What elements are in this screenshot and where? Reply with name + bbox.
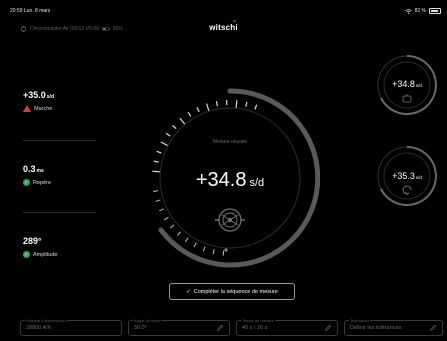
dial-tick <box>235 100 238 109</box>
dial-tick <box>153 160 159 163</box>
field-value: 40 s / 20 s <box>242 325 268 331</box>
metric-value: 0.3ms <box>23 164 44 174</box>
field-angle-levee[interactable]: Angle de levée 50.0° <box>128 318 230 336</box>
dial-tick <box>196 107 200 113</box>
metric-amplitude[interactable]: 289° ✓ Amplitude <box>23 236 57 258</box>
metric-marche[interactable]: +35.0s/d Marche <box>23 90 54 112</box>
dial-tick <box>179 117 186 125</box>
side-dial-value: +34.8s/d <box>392 79 422 89</box>
battery-percent: 82 % <box>414 8 426 14</box>
dial-tick <box>245 101 248 107</box>
warning-icon <box>23 105 31 112</box>
field-alternances[interactable]: Nombre d'alternances 28800 A/h <box>20 318 122 336</box>
edit-pencil-icon[interactable] <box>216 324 224 332</box>
edit-pencil-icon[interactable] <box>324 324 332 332</box>
field-label: Tolérances <box>349 318 371 323</box>
field-label: Angle de levée <box>133 318 162 323</box>
dial-tick <box>193 242 197 248</box>
dial-tick <box>156 150 162 154</box>
side-dial-value: +35.3s/d <box>392 171 422 181</box>
dial-tick <box>215 101 218 107</box>
edit-pencil-icon[interactable] <box>429 324 437 332</box>
metric-label: ✓ Amplitude <box>23 251 58 258</box>
status-bar: 20:59 Lun. 8 mars 82 % <box>0 0 447 14</box>
check-icon: ✓ <box>186 288 191 295</box>
dial-tick <box>155 199 161 202</box>
field-value: Définir les tolérances <box>350 325 402 331</box>
field-tolerances[interactable]: Tolérances Définir les tolérances <box>344 318 443 336</box>
dial-status: Mesure réussie <box>213 139 247 145</box>
metric-label: Marche <box>23 105 54 112</box>
brand-logo: witschi <box>0 20 447 32</box>
dial-tick <box>165 132 171 137</box>
field-value: 50.0° <box>134 325 147 331</box>
complete-sequence-button[interactable]: ✓ Compléter la séquence de mesure <box>169 283 295 300</box>
metric-value: 289° <box>23 236 42 246</box>
dial-tick <box>163 216 169 221</box>
dial-tick <box>159 208 165 212</box>
side-dial-2[interactable]: +35.3s/d <box>377 143 439 209</box>
field-temps-mesure[interactable]: Temps de mesure 40 s / 20 s <box>236 318 338 336</box>
dial-tick <box>172 124 177 130</box>
status-time: 20:59 Lun. 8 mars <box>10 8 51 14</box>
wifi-icon <box>404 8 412 14</box>
dial-tick <box>184 237 189 243</box>
brand-dot <box>233 20 236 22</box>
battery-icon <box>429 8 441 14</box>
watch-crown-up-icon <box>402 94 412 103</box>
check-icon: ✓ <box>23 179 30 186</box>
dial-tick <box>202 246 206 252</box>
dial-tick <box>152 170 161 173</box>
status-right: 82 % <box>404 8 441 14</box>
dial-tick <box>212 249 215 255</box>
metric-divider <box>23 212 95 213</box>
dial-tick <box>187 111 192 117</box>
dial-tick <box>160 141 169 147</box>
field-label: Nombre d'alternances <box>25 318 67 323</box>
metric-label: ✓ Repère <box>23 179 52 186</box>
dial-tick <box>153 190 159 193</box>
dial-value: +34.8 s/d <box>196 169 264 191</box>
watch-movement-icon <box>215 208 245 232</box>
metric-repere[interactable]: 0.3ms ✓ Repère <box>23 164 51 186</box>
dial-marker <box>224 248 228 252</box>
metric-divider <box>23 140 95 141</box>
rotate-left-icon <box>402 185 412 196</box>
dial-tick <box>176 231 182 236</box>
dial-tick <box>169 224 175 229</box>
dial-tick <box>205 103 210 112</box>
field-value: 28800 A/h <box>26 325 51 331</box>
field-label: Temps de mesure <box>241 318 275 323</box>
side-dial-1[interactable]: +34.8s/d <box>377 52 439 118</box>
check-icon: ✓ <box>23 251 30 258</box>
main-dial: Mesure réussie +34.8 s/d <box>152 88 320 268</box>
dial-tick <box>254 104 258 110</box>
metric-value: +35.0s/d <box>23 90 55 100</box>
